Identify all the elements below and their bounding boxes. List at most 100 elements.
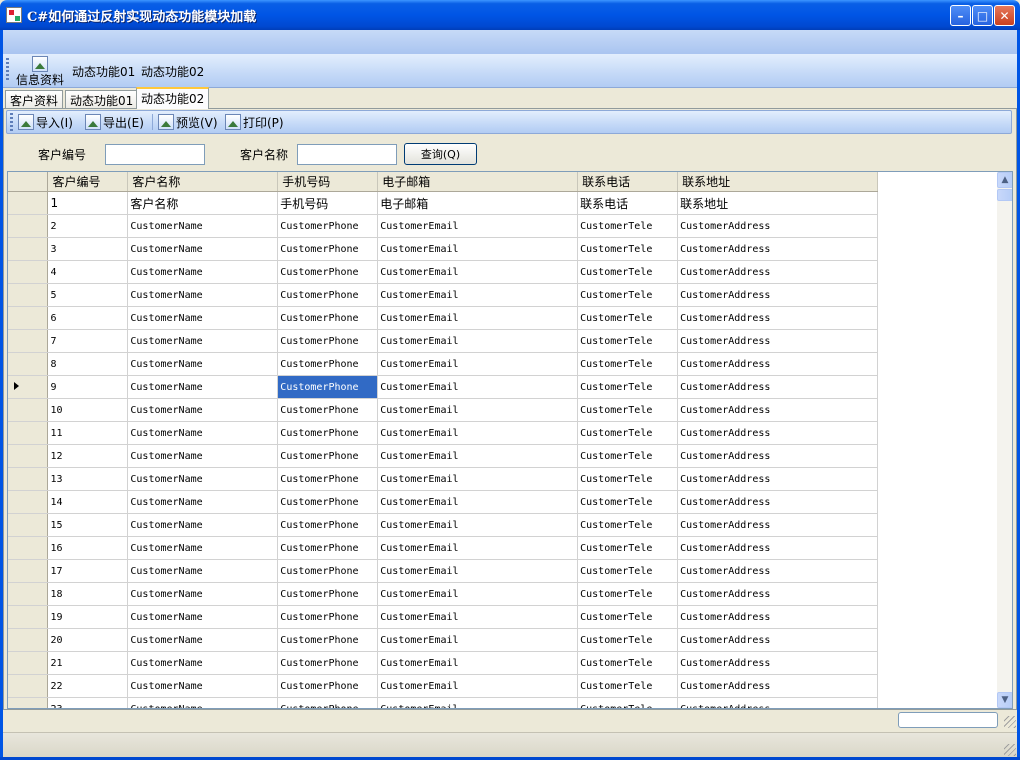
tab-dynamic02[interactable]: 动态功能02: [136, 87, 210, 109]
table-cell[interactable]: CustomerAddress: [677, 467, 878, 491]
table-cell[interactable]: CustomerAddress: [677, 605, 878, 629]
table-cell[interactable]: CustomerTele: [577, 513, 679, 537]
row-header[interactable]: [8, 283, 49, 307]
table-cell[interactable]: CustomerEmail: [377, 674, 579, 698]
table-row[interactable]: 12 CustomerName CustomerPhone CustomerEmail…: [8, 444, 878, 468]
table-row[interactable]: 3 CustomerName CustomerPhone CustomerEmail C…: [8, 237, 878, 261]
table-cell[interactable]: CustomerEmail: [377, 490, 579, 514]
table-cell[interactable]: CustomerTele: [577, 536, 679, 560]
row-header[interactable]: [8, 421, 49, 445]
table-cell[interactable]: 7: [47, 329, 129, 353]
table-row[interactable]: 22 CustomerName CustomerPhone CustomerEmail…: [8, 674, 878, 698]
table-row[interactable]: 5 CustomerName CustomerPhone CustomerEmail C…: [8, 283, 878, 307]
table-row[interactable]: 19 CustomerName CustomerPhone CustomerEmail…: [8, 605, 878, 629]
table-cell[interactable]: 23: [47, 697, 129, 708]
table-cell[interactable]: CustomerPhone: [277, 490, 379, 514]
table-cell[interactable]: CustomerName: [127, 651, 279, 675]
table-cell[interactable]: CustomerEmail: [377, 559, 579, 583]
toolbar-dynamic02-button[interactable]: 动态功能02: [141, 63, 204, 80]
toolstrip-grip[interactable]: [6, 58, 9, 80]
customer-id-input[interactable]: [105, 144, 205, 165]
table-cell[interactable]: CustomerAddress: [677, 214, 878, 238]
table-cell[interactable]: 15: [47, 513, 129, 537]
table-cell[interactable]: CustomerEmail: [377, 421, 579, 445]
table-row[interactable]: 16 CustomerName CustomerPhone CustomerEmail…: [8, 536, 878, 560]
table-cell[interactable]: CustomerPhone: [277, 237, 379, 261]
table-cell[interactable]: 5: [47, 283, 129, 307]
table-cell[interactable]: 22: [47, 674, 129, 698]
table-cell[interactable]: CustomerEmail: [377, 582, 579, 606]
table-cell[interactable]: CustomerAddress: [677, 306, 878, 330]
table-cell[interactable]: CustomerAddress: [677, 237, 878, 261]
scroll-up-icon[interactable]: ▲: [997, 172, 1012, 188]
row-header[interactable]: [8, 651, 49, 675]
table-cell[interactable]: CustomerPhone: [277, 375, 379, 399]
table-cell[interactable]: CustomerAddress: [677, 582, 878, 606]
table-row[interactable]: 13 CustomerName CustomerPhone CustomerEmail…: [8, 467, 878, 491]
table-cell[interactable]: 联系地址: [677, 191, 878, 215]
table-cell[interactable]: CustomerAddress: [677, 398, 878, 422]
table-row[interactable]: 2 CustomerName CustomerPhone CustomerEmail C…: [8, 214, 878, 238]
table-cell[interactable]: CustomerName: [127, 536, 279, 560]
print-button[interactable]: 打印(P): [225, 113, 287, 131]
table-cell[interactable]: CustomerTele: [577, 674, 679, 698]
minimize-button[interactable]: –: [950, 5, 971, 26]
table-cell[interactable]: CustomerName: [127, 352, 279, 376]
row-header[interactable]: [8, 306, 49, 330]
resize-grip-icon[interactable]: [1004, 716, 1016, 728]
row-header[interactable]: [8, 467, 49, 491]
table-cell[interactable]: CustomerEmail: [377, 513, 579, 537]
table-cell[interactable]: 8: [47, 352, 129, 376]
table-cell[interactable]: CustomerAddress: [677, 697, 878, 708]
table-row[interactable]: 17 CustomerName CustomerPhone CustomerEmail…: [8, 559, 878, 583]
table-cell[interactable]: 21: [47, 651, 129, 675]
row-header[interactable]: [8, 513, 49, 537]
table-cell[interactable]: CustomerTele: [577, 329, 679, 353]
close-button[interactable]: ✕: [994, 5, 1015, 26]
column-header[interactable]: 联系电话: [577, 172, 679, 192]
row-header[interactable]: [8, 559, 49, 583]
table-cell[interactable]: 客户名称: [127, 191, 279, 215]
table-cell[interactable]: CustomerPhone: [277, 214, 379, 238]
table-cell[interactable]: CustomerAddress: [677, 674, 878, 698]
table-cell[interactable]: CustomerAddress: [677, 260, 878, 284]
table-cell[interactable]: CustomerTele: [577, 398, 679, 422]
table-cell[interactable]: CustomerName: [127, 237, 279, 261]
maximize-button[interactable]: □: [972, 5, 993, 26]
table-cell[interactable]: 12: [47, 444, 129, 468]
table-cell[interactable]: CustomerEmail: [377, 329, 579, 353]
table-cell[interactable]: CustomerEmail: [377, 306, 579, 330]
row-header[interactable]: [8, 674, 49, 698]
table-row[interactable]: 23CustomerNameCustomerPhoneCustomerEmail…: [8, 697, 878, 708]
table-cell[interactable]: 17: [47, 559, 129, 583]
table-cell[interactable]: CustomerTele: [577, 237, 679, 261]
table-cell[interactable]: CustomerTele: [577, 444, 679, 468]
row-header[interactable]: [8, 237, 49, 261]
customer-grid[interactable]: 客户编号 客户名称 手机号码 电子邮箱 联系电话 联系地址 1 客户名称 手机号码 电子邮箱 联系…: [7, 171, 1013, 709]
toolbar-info-button[interactable]: 信息资料: [14, 56, 66, 87]
table-cell[interactable]: CustomerTele: [577, 260, 679, 284]
table-cell[interactable]: CustomerTele: [577, 628, 679, 652]
table-cell[interactable]: CustomerEmail: [377, 467, 579, 491]
preview-button[interactable]: 预览(V): [158, 113, 220, 131]
table-cell[interactable]: CustomerAddress: [677, 283, 878, 307]
table-cell[interactable]: CustomerEmail: [377, 605, 579, 629]
column-header[interactable]: 客户编号: [47, 172, 129, 192]
table-cell[interactable]: CustomerTele: [577, 421, 679, 445]
table-cell[interactable]: CustomerName: [127, 375, 279, 399]
table-row[interactable]: 20 CustomerName CustomerPhone CustomerEmail…: [8, 628, 878, 652]
table-cell[interactable]: CustomerName: [127, 214, 279, 238]
table-cell[interactable]: CustomerEmail: [377, 214, 579, 238]
table-cell[interactable]: 6: [47, 306, 129, 330]
table-cell[interactable]: CustomerAddress: [677, 444, 878, 468]
customer-name-input[interactable]: [297, 144, 397, 165]
table-cell[interactable]: CustomerName: [127, 398, 279, 422]
table-cell[interactable]: CustomerAddress: [677, 329, 878, 353]
table-cell[interactable]: CustomerPhone: [277, 605, 379, 629]
table-cell[interactable]: 电子邮箱: [377, 191, 579, 215]
table-cell[interactable]: 10: [47, 398, 129, 422]
vertical-scrollbar[interactable]: ▲ ▼: [997, 172, 1012, 708]
row-header[interactable]: [8, 536, 49, 560]
table-cell[interactable]: 1: [47, 191, 129, 215]
table-cell[interactable]: CustomerEmail: [377, 536, 579, 560]
